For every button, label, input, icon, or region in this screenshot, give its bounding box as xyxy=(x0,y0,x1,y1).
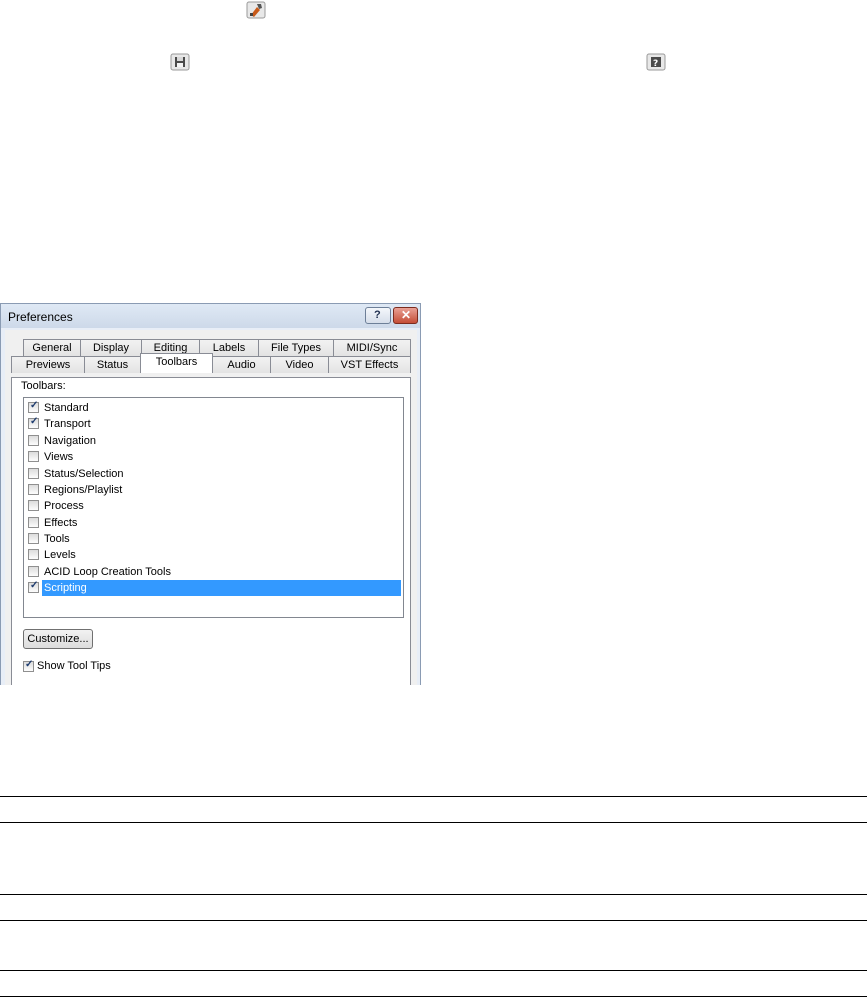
list-item[interactable]: ✓ Transport xyxy=(26,416,401,432)
checkbox[interactable] xyxy=(28,484,39,495)
tab-toolbars[interactable]: Toolbars xyxy=(140,353,213,373)
divider xyxy=(0,894,867,895)
checkbox[interactable] xyxy=(28,549,39,560)
toolbars-label: Toolbars: xyxy=(21,380,66,392)
list-item-label: Regions/Playlist xyxy=(44,484,123,496)
customize-button[interactable]: Customize... xyxy=(23,629,93,649)
show-tool-tips-label: Show Tool Tips xyxy=(37,660,111,672)
list-item-label: Levels xyxy=(44,549,76,561)
tab-status[interactable]: Status xyxy=(84,356,141,373)
list-item[interactable]: ✓ Scripting xyxy=(26,580,401,596)
preferences-dialog: Preferences ? ✕ General Display Editing … xyxy=(0,303,421,685)
tab-general[interactable]: General xyxy=(23,339,81,356)
tab-file-types[interactable]: File Types xyxy=(258,339,334,356)
list-item-label: Views xyxy=(44,451,74,463)
checkbox[interactable] xyxy=(28,517,39,528)
tab-midi-sync[interactable]: MIDI/Sync xyxy=(333,339,411,356)
checkbox[interactable]: ✓ xyxy=(28,400,39,413)
close-button[interactable]: ✕ xyxy=(393,307,418,324)
list-item-label: Transport xyxy=(44,418,91,430)
tab-previews[interactable]: Previews xyxy=(11,356,85,373)
list-item-label: Status/Selection xyxy=(44,468,124,480)
checkbox[interactable] xyxy=(28,500,39,511)
checkbox[interactable]: ✓ xyxy=(28,580,39,593)
dialog-titlebar[interactable]: Preferences ? ✕ xyxy=(1,304,420,328)
list-item[interactable]: Navigation xyxy=(26,433,401,449)
tab-audio[interactable]: Audio xyxy=(212,356,271,373)
toolbars-list[interactable]: ✓ Standard ✓ Transport Navigation Views … xyxy=(23,397,404,618)
checkbox[interactable]: ✓ xyxy=(28,416,39,429)
help-icon[interactable]: ? xyxy=(646,53,666,71)
list-item-label: Standard xyxy=(44,402,89,414)
list-item-label: Effects xyxy=(44,517,78,529)
divider xyxy=(0,920,867,921)
list-item[interactable]: ✓ Standard xyxy=(26,400,401,416)
list-item[interactable]: Regions/Playlist xyxy=(26,482,401,498)
dialog-client-area: General Display Editing Labels File Type… xyxy=(5,330,417,685)
list-item-label: Scripting xyxy=(42,580,401,596)
divider xyxy=(0,822,867,823)
list-item[interactable]: ACID Loop Creation Tools xyxy=(26,564,401,580)
checkbox[interactable] xyxy=(28,566,39,577)
divider xyxy=(0,796,867,797)
list-item[interactable]: Levels xyxy=(26,547,401,563)
checkmark-icon: ✓ xyxy=(30,400,39,411)
tab-vst-effects[interactable]: VST Effects xyxy=(328,356,411,373)
checkbox[interactable] xyxy=(28,468,39,479)
checkbox[interactable]: ✓ xyxy=(23,659,34,672)
list-item[interactable]: Views xyxy=(26,449,401,465)
show-tool-tips-option[interactable]: ✓ Show Tool Tips xyxy=(23,659,223,675)
checkbox[interactable] xyxy=(28,435,39,446)
list-item-label: Process xyxy=(44,500,84,512)
list-item[interactable]: Status/Selection xyxy=(26,466,401,482)
tools-icon[interactable] xyxy=(246,1,266,19)
checkbox[interactable] xyxy=(28,451,39,462)
list-item[interactable]: Process xyxy=(26,498,401,514)
help-question-icon: ? xyxy=(374,309,381,321)
list-item-label: ACID Loop Creation Tools xyxy=(44,566,171,578)
list-item[interactable]: Effects xyxy=(26,515,401,531)
divider xyxy=(0,970,867,971)
list-item-label: Navigation xyxy=(44,435,96,447)
help-button[interactable]: ? xyxy=(365,307,391,324)
list-item[interactable]: Tools xyxy=(26,531,401,547)
tab-video[interactable]: Video xyxy=(270,356,329,373)
close-icon: ✕ xyxy=(401,308,412,322)
svg-text:?: ? xyxy=(653,59,658,69)
checkmark-icon: ✓ xyxy=(30,416,39,427)
list-item-label: Tools xyxy=(44,533,70,545)
checkbox[interactable] xyxy=(28,533,39,544)
dialog-title: Preferences xyxy=(8,310,73,324)
checkmark-icon: ✓ xyxy=(25,659,34,670)
save-icon[interactable] xyxy=(170,53,190,71)
tab-display[interactable]: Display xyxy=(80,339,142,356)
checkmark-icon: ✓ xyxy=(30,580,39,591)
